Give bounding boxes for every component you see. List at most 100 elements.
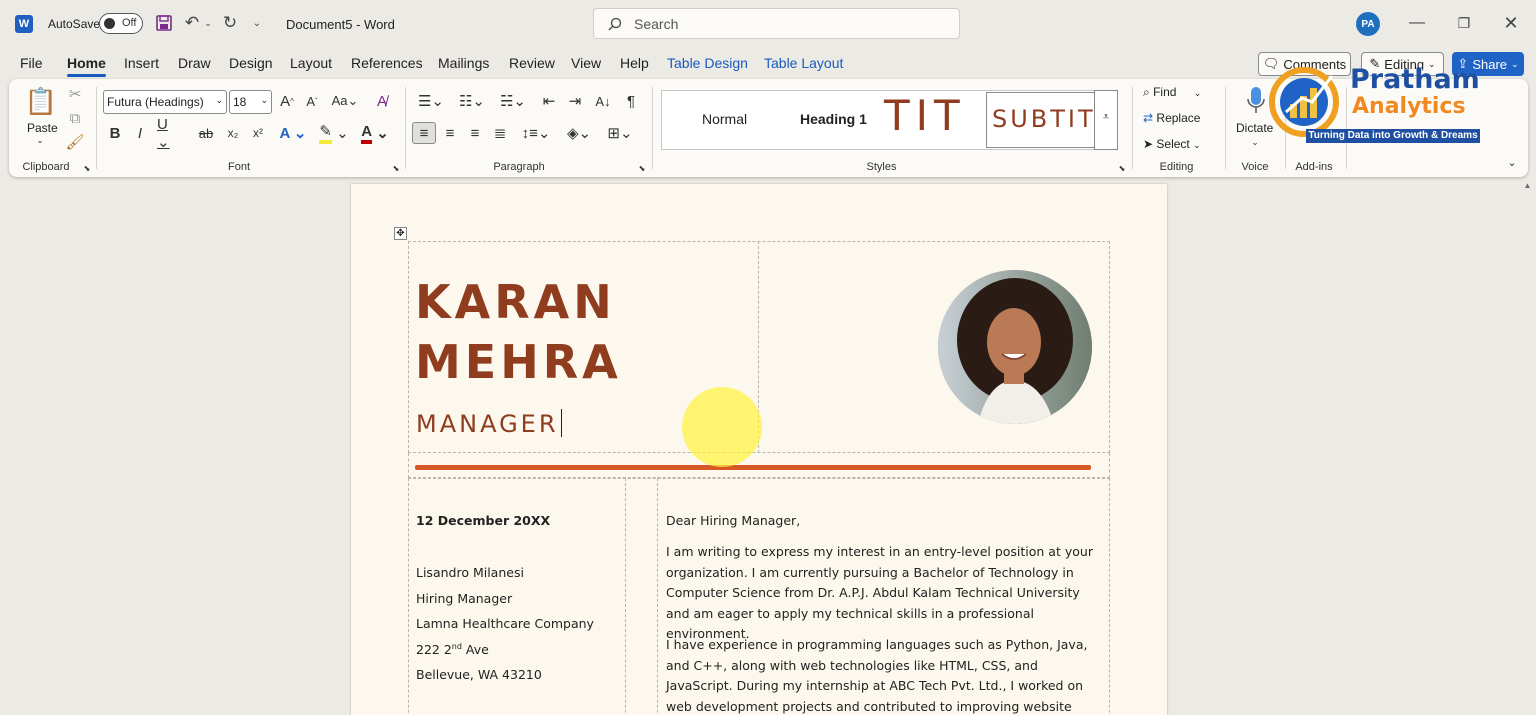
styles-more-icon[interactable]: ⩡ bbox=[1094, 90, 1118, 150]
tab-design[interactable]: Design bbox=[229, 55, 273, 71]
clear-formatting-icon[interactable]: A̸ bbox=[372, 91, 392, 111]
cursor-icon: ➤ bbox=[1143, 137, 1154, 151]
sort-icon[interactable]: A↓ bbox=[592, 91, 614, 111]
style-heading-1[interactable]: Heading 1 bbox=[800, 111, 867, 127]
find-button[interactable]: ⌕ Find ⌄ bbox=[1143, 85, 1201, 100]
styles-launcher-icon[interactable]: ⬊ bbox=[1117, 163, 1127, 173]
redo-icon[interactable]: ↻ bbox=[220, 13, 240, 33]
minimize-icon[interactable]: — bbox=[1406, 12, 1428, 34]
tab-help[interactable]: Help bbox=[620, 55, 649, 71]
decrease-indent-icon[interactable]: ⇤ bbox=[538, 91, 560, 111]
collapse-ribbon-icon[interactable]: ⌄ bbox=[1505, 155, 1519, 169]
superscript-icon[interactable]: x² bbox=[249, 124, 267, 142]
multilevel-list-icon[interactable]: ☵⌄ bbox=[495, 91, 531, 111]
first-name[interactable]: KARAN bbox=[415, 272, 616, 332]
autosave-toggle[interactable]: Off bbox=[99, 13, 143, 34]
justify-icon[interactable]: ≣ bbox=[489, 123, 511, 143]
font-size-combo[interactable]: 18 ⌄ bbox=[229, 90, 272, 114]
underline-icon[interactable]: U ⌄ bbox=[157, 116, 183, 151]
font-group-label: Font bbox=[227, 161, 250, 173]
profile-photo[interactable] bbox=[938, 270, 1092, 424]
grow-font-icon[interactable]: A ^ bbox=[277, 91, 297, 111]
scroll-up-icon[interactable]: ▲ bbox=[1522, 180, 1533, 191]
numbering-icon[interactable]: ☷⌄ bbox=[454, 91, 490, 111]
cut-icon[interactable]: ✂ bbox=[66, 85, 84, 103]
save-icon[interactable] bbox=[154, 13, 174, 33]
change-case-icon[interactable]: Aa⌄ bbox=[329, 91, 361, 111]
address-suffix: nd bbox=[451, 642, 462, 651]
dictate-dropdown-icon[interactable]: ⌄ bbox=[1249, 137, 1261, 147]
subscript-icon[interactable]: x₂ bbox=[224, 124, 242, 142]
tab-layout[interactable]: Layout bbox=[290, 55, 332, 71]
pratham-analytics-watermark: Pratham Analytics Turning Data into Grow… bbox=[1266, 58, 1486, 146]
shrink-font-icon[interactable]: Aˇ bbox=[302, 91, 322, 111]
recipient-company[interactable]: Lamna Healthcare Company bbox=[416, 616, 594, 631]
font-color-icon[interactable]: A ⌄ bbox=[359, 123, 391, 144]
cursor-highlight bbox=[682, 387, 762, 467]
paragraph-launcher-icon[interactable]: ⬊ bbox=[637, 163, 647, 173]
tab-insert[interactable]: Insert bbox=[124, 55, 159, 71]
line-spacing-icon[interactable]: ↕≡⌄ bbox=[519, 123, 553, 143]
letter-paragraph-2[interactable]: I have experience in programming languag… bbox=[666, 635, 1102, 715]
italic-icon[interactable]: I bbox=[132, 124, 148, 142]
style-title[interactable]: TIT bbox=[884, 91, 966, 140]
strikethrough-icon[interactable]: ab bbox=[196, 124, 216, 142]
text-effects-icon[interactable]: A ⌄ bbox=[277, 123, 309, 143]
undo-icon[interactable]: ↶ bbox=[182, 13, 202, 33]
paste-dropdown-icon[interactable]: ⌄ bbox=[34, 135, 46, 145]
address-number: 222 2 bbox=[416, 642, 452, 658]
close-icon[interactable]: ✕ bbox=[1500, 12, 1522, 34]
tab-review[interactable]: Review bbox=[509, 55, 555, 71]
letter-greeting[interactable]: Dear Hiring Manager, bbox=[666, 513, 800, 528]
tab-home[interactable]: Home bbox=[67, 55, 106, 77]
bullets-icon[interactable]: ☰⌄ bbox=[413, 91, 449, 111]
tab-table-design[interactable]: Table Design bbox=[667, 55, 748, 71]
addins-group-label: Add-ins bbox=[1295, 161, 1333, 173]
align-center-icon[interactable]: ≡ bbox=[439, 123, 461, 143]
tab-mailings[interactable]: Mailings bbox=[438, 55, 489, 71]
search-box[interactable]: Search bbox=[593, 8, 960, 39]
style-normal[interactable]: Normal bbox=[702, 111, 747, 127]
recipient-address[interactable]: 222 2nd Ave bbox=[416, 642, 489, 657]
bold-icon[interactable]: B bbox=[107, 124, 123, 142]
select-button[interactable]: ➤ Select ⌄ bbox=[1143, 137, 1201, 151]
shading-icon[interactable]: ◈⌄ bbox=[562, 123, 596, 143]
tab-file[interactable]: File bbox=[20, 55, 43, 71]
tab-view[interactable]: View bbox=[571, 55, 601, 71]
customize-toolbar-icon[interactable]: ⌄ bbox=[250, 15, 264, 31]
undo-dropdown-icon[interactable]: ⌄ bbox=[203, 15, 213, 31]
letter-date[interactable]: 12 December 20XX bbox=[416, 513, 550, 528]
microphone-icon[interactable] bbox=[1245, 85, 1267, 117]
last-name[interactable]: MEHRA bbox=[415, 332, 622, 392]
style-subtitle[interactable]: SUBTIT bbox=[986, 92, 1096, 148]
font-launcher-icon[interactable]: ⬊ bbox=[391, 163, 401, 173]
align-right-icon[interactable]: ≡ bbox=[464, 123, 486, 143]
copy-icon[interactable]: ⧉ bbox=[66, 109, 84, 127]
borders-icon[interactable]: ⊞⌄ bbox=[603, 123, 637, 143]
restore-icon[interactable]: ❐ bbox=[1453, 12, 1475, 34]
paste-icon[interactable]: 📋 bbox=[25, 85, 57, 117]
tab-draw[interactable]: Draw bbox=[178, 55, 211, 71]
tab-references[interactable]: References bbox=[351, 55, 423, 71]
clipboard-launcher-icon[interactable]: ⬊ bbox=[82, 163, 92, 173]
tab-table-layout[interactable]: Table Layout bbox=[764, 55, 843, 71]
align-left-icon[interactable]: ≡ bbox=[412, 122, 436, 144]
recipient-city[interactable]: Bellevue, WA 43210 bbox=[416, 667, 542, 682]
letter-paragraph-1[interactable]: I am writing to express my interest in a… bbox=[666, 542, 1102, 645]
recipient-title[interactable]: Hiring Manager bbox=[416, 591, 512, 606]
vertical-scrollbar[interactable]: ▲ bbox=[1519, 180, 1536, 715]
paragraph-group-label: Paragraph bbox=[493, 161, 545, 173]
highlight-color-icon[interactable]: ✎ ⌄ bbox=[317, 123, 351, 144]
role-title[interactable]: MANAGER bbox=[416, 409, 563, 438]
paste-label[interactable]: Paste bbox=[27, 121, 58, 135]
user-avatar[interactable]: PA bbox=[1356, 12, 1380, 36]
table-move-handle-icon[interactable]: ✥ bbox=[394, 227, 407, 240]
format-painter-icon[interactable]: 🖌 bbox=[65, 133, 84, 151]
clipboard-group-label: Clipboard bbox=[22, 161, 70, 173]
replace-button[interactable]: ⇄ Replace bbox=[1143, 111, 1200, 125]
recipient-name[interactable]: Lisandro Milanesi bbox=[416, 565, 524, 580]
document-page[interactable]: ✥ KARAN MEHRA MANAGER 12 December 20XX L… bbox=[351, 184, 1167, 715]
increase-indent-icon[interactable]: ⇥ bbox=[564, 91, 586, 111]
font-name-combo[interactable]: Futura (Headings) ⌄ bbox=[103, 90, 227, 114]
show-formatting-icon[interactable]: ¶ bbox=[621, 91, 641, 111]
